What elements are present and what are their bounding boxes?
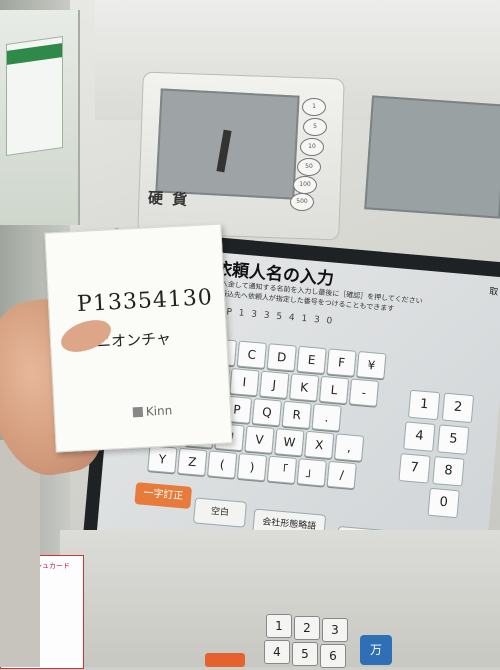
key-r[interactable]: R (281, 400, 312, 430)
key-quote-close[interactable]: 」 (296, 458, 327, 487)
coin-button[interactable]: 5 (303, 118, 327, 136)
coin-button[interactable]: 500 (290, 193, 314, 211)
space-button[interactable]: 空白 (192, 497, 248, 528)
coin-label: 硬 貨 (147, 188, 190, 210)
pad-key-1[interactable]: 1 (266, 614, 292, 638)
pad-key-4[interactable]: 4 (264, 640, 290, 664)
key-c[interactable]: C (236, 340, 267, 369)
key-e[interactable]: E (296, 345, 327, 375)
screen-side-label: 取 (488, 287, 499, 298)
key-quote-open[interactable]: 「 (266, 455, 298, 484)
key-q[interactable]: Q (251, 398, 282, 427)
sleeve (0, 440, 40, 667)
cancel-key[interactable] (205, 653, 245, 667)
key-d[interactable]: D (266, 343, 297, 372)
coin-button[interactable]: 100 (293, 176, 317, 194)
num-key-1[interactable]: 1 (407, 389, 441, 421)
paper-brand: Kinn (132, 403, 173, 419)
num-key-7[interactable]: 7 (398, 453, 431, 484)
key-comma[interactable]: , (334, 433, 365, 462)
key-yen[interactable]: ¥ (356, 351, 387, 380)
key-y[interactable]: Y (147, 445, 178, 474)
coin-button[interactable]: 10 (300, 138, 324, 156)
num-key-2[interactable]: 2 (441, 392, 475, 424)
entered-code: P 1 3 3 5 4 1 3 0 (226, 307, 335, 327)
bill-window (364, 95, 500, 219)
correct-one-char-button[interactable]: 一字訂正 (134, 482, 193, 509)
pad-key-6[interactable]: 6 (320, 644, 346, 668)
pad-key-3[interactable]: 3 (322, 618, 348, 642)
pad-key-2[interactable]: 2 (294, 616, 320, 640)
key-paren-open[interactable]: ( (207, 450, 238, 479)
pin-keypad: 1 2 3 4 5 6 (260, 610, 350, 670)
key-l[interactable]: L (318, 375, 350, 405)
num-key-5[interactable]: 5 (437, 424, 470, 455)
ten-thousand-key[interactable]: 万 (360, 635, 392, 665)
key-hyphen[interactable]: - (348, 378, 380, 407)
brand-logo-icon (132, 406, 144, 418)
coin-button[interactable]: 50 (297, 158, 321, 176)
key-paren-close[interactable]: ) (236, 453, 268, 482)
num-key-0[interactable]: 0 (427, 487, 460, 519)
brochure-card (6, 35, 63, 157)
key-i[interactable]: I (229, 368, 260, 397)
key-f[interactable]: F (326, 348, 357, 377)
key-x[interactable]: X (304, 430, 335, 460)
paper-code: P13354130 (76, 285, 214, 318)
coin-button[interactable]: 1 (302, 98, 326, 116)
key-z[interactable]: Z (177, 447, 208, 477)
num-key-4[interactable]: 4 (403, 421, 436, 452)
key-w[interactable]: W (274, 428, 305, 457)
key-slash[interactable]: / (326, 460, 357, 490)
key-j[interactable]: J (259, 370, 290, 399)
key-v[interactable]: V (244, 425, 275, 454)
paper-brand-text: Kinn (145, 403, 173, 419)
key-period[interactable]: . (311, 403, 342, 432)
brochure-rack (0, 10, 80, 225)
num-key-8[interactable]: 8 (432, 456, 465, 487)
pad-key-5[interactable]: 5 (292, 642, 318, 666)
key-k[interactable]: K (289, 373, 320, 402)
